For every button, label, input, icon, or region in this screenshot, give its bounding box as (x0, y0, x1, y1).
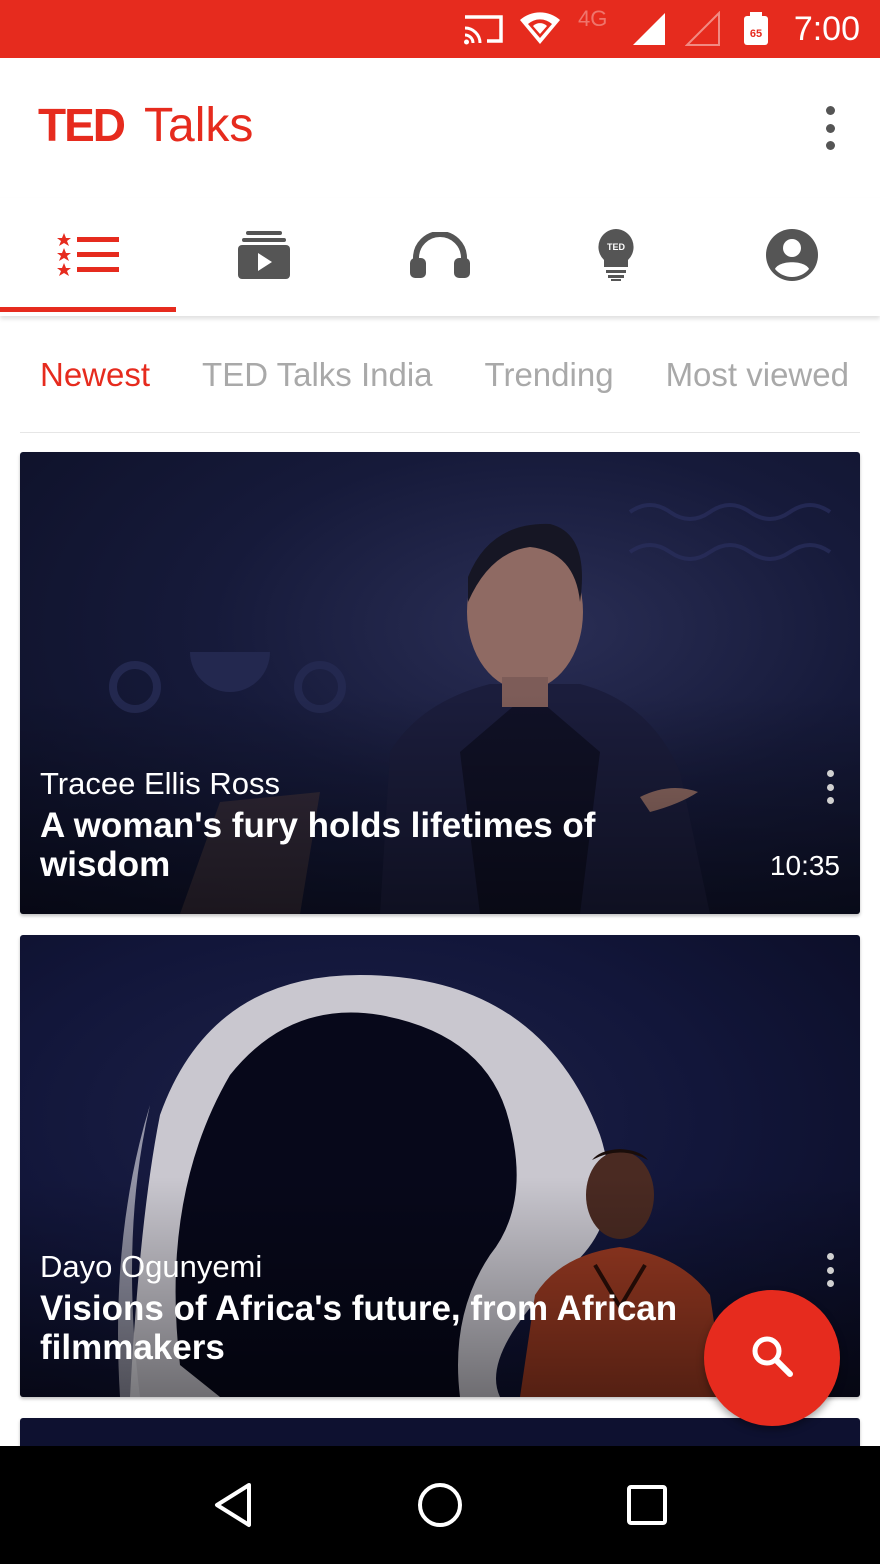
account-icon (766, 228, 818, 286)
wifi-icon (518, 10, 562, 48)
cast-icon (462, 10, 504, 48)
search-icon (750, 1334, 794, 1383)
category-tab-most-viewed[interactable]: Most viewed (666, 356, 849, 394)
logo-ted: TED (38, 99, 126, 151)
talk-more-icon[interactable] (820, 1253, 840, 1287)
svg-text:TED: TED (607, 242, 626, 252)
talk-more-icon[interactable] (820, 770, 840, 804)
talk-card[interactable]: Tracee Ellis Ross A woman's fury holds l… (20, 452, 860, 914)
more-vert-icon[interactable] (810, 106, 850, 150)
signal-empty-icon (684, 10, 722, 48)
recents-icon[interactable] (607, 1465, 687, 1545)
ideas-lightbulb-icon: TED (596, 228, 636, 286)
system-nav-bar (0, 1446, 880, 1564)
svg-text:65: 65 (750, 28, 762, 40)
ted-app-screen: 4G 65 7:00 TED Talks TED Newest TED Talk… (0, 0, 880, 1564)
talk-title: A woman's fury holds lifetimes of wisdom (40, 806, 596, 884)
talk-speaker: Dayo Ogunyemi (40, 1249, 263, 1284)
category-tab-newest[interactable]: Newest (40, 356, 150, 394)
signal-icon (630, 10, 668, 48)
tab-podcasts[interactable] (352, 198, 528, 316)
talk-duration: 10:35 (769, 850, 840, 881)
tab-playlists[interactable] (176, 198, 352, 316)
ted-talks-logo: TED Talks (38, 98, 253, 153)
talk-speaker: Tracee Ellis Ross (40, 766, 281, 801)
search-fab[interactable] (704, 1290, 840, 1426)
podcasts-headphones-icon (410, 230, 470, 283)
back-icon[interactable] (193, 1465, 273, 1545)
app-bar: TED Talks (0, 58, 880, 198)
notification-badge-icon: 65 (742, 10, 770, 48)
status-bar: 4G 65 7:00 (0, 0, 880, 58)
category-divider (20, 432, 860, 433)
tab-ideas[interactable]: TED (528, 198, 704, 316)
status-time: 7:00 (793, 10, 860, 48)
network-type-label: 4G (578, 6, 608, 31)
category-tabs: Newest TED Talks India Trending Most vie… (0, 330, 880, 420)
main-icon-tabs: TED (0, 198, 880, 316)
logo-talks: Talks (144, 99, 254, 152)
playlists-icon (238, 230, 290, 284)
category-tab-trending[interactable]: Trending (485, 356, 614, 394)
home-icon[interactable] (400, 1465, 480, 1545)
talk-title: Visions of Africa's future, from African… (40, 1289, 678, 1367)
featured-list-icon (57, 232, 119, 282)
tab-featured[interactable] (0, 198, 176, 316)
category-tab-ted-talks-india[interactable]: TED Talks India (202, 356, 432, 394)
tab-account[interactable] (704, 198, 880, 316)
